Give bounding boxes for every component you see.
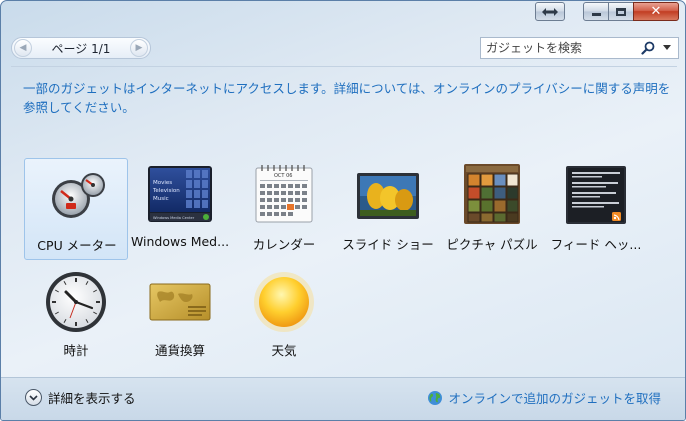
search-dropdown-icon[interactable] xyxy=(663,45,671,50)
show-details-link[interactable]: 詳細を表示する xyxy=(25,388,136,407)
privacy-description[interactable]: 一部のガジェットはインターネットにアクセスします。詳細については、オンラインのプ… xyxy=(23,79,673,117)
get-more-online-label: オンラインで追加のガジェットを取得 xyxy=(448,391,661,406)
picture-puzzle-icon xyxy=(464,164,520,224)
prev-page-button[interactable]: ◀ xyxy=(14,39,32,57)
weather-sun-icon xyxy=(254,272,314,332)
search-icon[interactable] xyxy=(641,41,655,55)
gadget-label: Windows Med... xyxy=(130,234,230,249)
maximize-button[interactable] xyxy=(608,2,634,21)
wmc-line1: Movies xyxy=(153,180,172,186)
search-input[interactable] xyxy=(481,38,631,58)
gadget-picture-puzzle[interactable]: ピクチャ パズル xyxy=(440,158,544,260)
show-details-label: 詳細を表示する xyxy=(48,391,136,406)
gadget-label: カレンダー xyxy=(252,237,316,252)
gadget-label: 時計 xyxy=(63,343,89,358)
currency-icon xyxy=(149,283,211,321)
gadget-windows-media-center[interactable]: Movies Television Music Windows Media Ce… xyxy=(128,158,232,260)
gadget-gallery-window: ✕ ◀ ページ 1/1 ▶ 一部のガジェットはインターネットにアクセスします。詳… xyxy=(0,0,686,421)
chevron-left-icon: ◀ xyxy=(19,43,27,53)
gadget-clock[interactable]: 時計 xyxy=(24,264,128,366)
gadget-label: ピクチャ パズル xyxy=(446,237,538,252)
gadget-feed-headlines[interactable]: フィード ヘッ... xyxy=(544,158,648,260)
pager: ◀ ページ 1/1 ▶ xyxy=(11,37,151,59)
calendar-month: OCT 06 xyxy=(274,173,292,179)
minimize-icon xyxy=(591,13,601,16)
gadget-currency[interactable]: 通貨換算 xyxy=(128,264,232,366)
title-bar: ✕ xyxy=(1,1,685,29)
maximize-icon xyxy=(616,7,626,16)
swap-arrows-icon[interactable] xyxy=(535,2,565,21)
wmc-line3: Music xyxy=(153,196,169,202)
chevron-right-icon: ▶ xyxy=(135,43,143,53)
search-box xyxy=(480,37,679,59)
gadget-label: フィード ヘッ... xyxy=(550,237,642,252)
get-more-online-link[interactable]: オンラインで追加のガジェットを取得 xyxy=(427,388,661,407)
minimize-button[interactable] xyxy=(583,2,609,21)
close-icon: ✕ xyxy=(650,4,662,19)
cpu-meter-icon xyxy=(52,173,105,218)
gadget-slideshow[interactable]: スライド ショー xyxy=(336,158,440,260)
gadget-weather[interactable]: 天気 xyxy=(232,264,336,366)
gadget-cpu-meter[interactable]: CPU メーター xyxy=(24,158,128,260)
feed-headlines-icon xyxy=(566,166,626,224)
gadget-label: 天気 xyxy=(271,343,297,358)
footer: 詳細を表示する オンラインで追加のガジェットを取得 xyxy=(1,377,685,420)
gadget-label: 通貨換算 xyxy=(154,343,205,358)
gadget-label: CPU メーター xyxy=(37,238,117,253)
toolbar: ◀ ページ 1/1 ▶ xyxy=(1,31,685,65)
chevron-down-icon xyxy=(25,389,42,406)
wmc-line2: Television xyxy=(152,188,180,194)
next-page-button[interactable]: ▶ xyxy=(129,39,148,57)
close-button[interactable]: ✕ xyxy=(633,2,679,21)
globe-icon xyxy=(428,390,443,405)
wmc-bar-text: Windows Media Center xyxy=(153,216,195,220)
page-indicator: ページ 1/1 xyxy=(51,41,111,56)
clock-icon xyxy=(46,272,106,332)
gadget-calendar[interactable]: OCT 06 カレンダー xyxy=(232,158,336,260)
divider xyxy=(11,66,677,67)
calendar-icon: OCT 06 xyxy=(255,165,313,223)
gadget-label: スライド ショー xyxy=(342,237,434,252)
windows-media-center-icon: Movies Television Music Windows Media Ce… xyxy=(148,166,212,222)
slideshow-icon xyxy=(357,173,419,219)
